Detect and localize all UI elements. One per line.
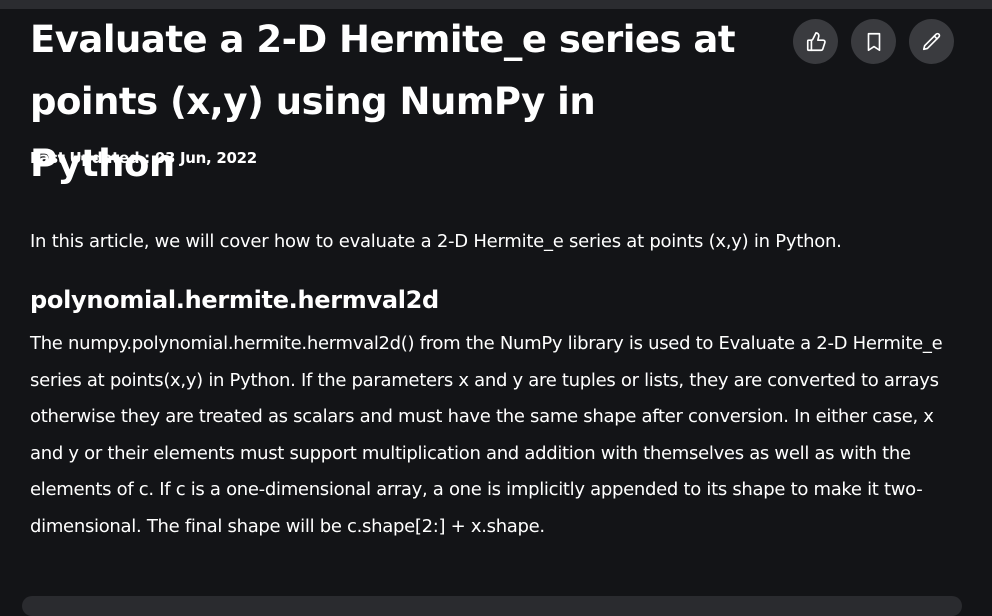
description-paragraph: The numpy.polynomial.hermite.hermval2d()… [30,333,943,537]
like-button[interactable] [793,19,838,64]
intro-paragraph: In this article, we will cover how to ev… [30,231,842,252]
last-updated: Last Updated : 03 Jun, 2022 [30,149,257,167]
bookmark-icon [867,32,880,51]
bookmark-button[interactable] [851,19,896,64]
pencil-icon [922,32,940,50]
section-heading: polynomial.hermite.hermval2d [30,286,439,314]
top-strip [0,0,992,9]
code-block [22,596,962,616]
edit-button[interactable] [909,19,954,64]
page-title: Evaluate a 2-D Hermite_e series at point… [30,18,736,185]
thumbs-up-icon [806,31,826,51]
article-actions [793,19,954,64]
